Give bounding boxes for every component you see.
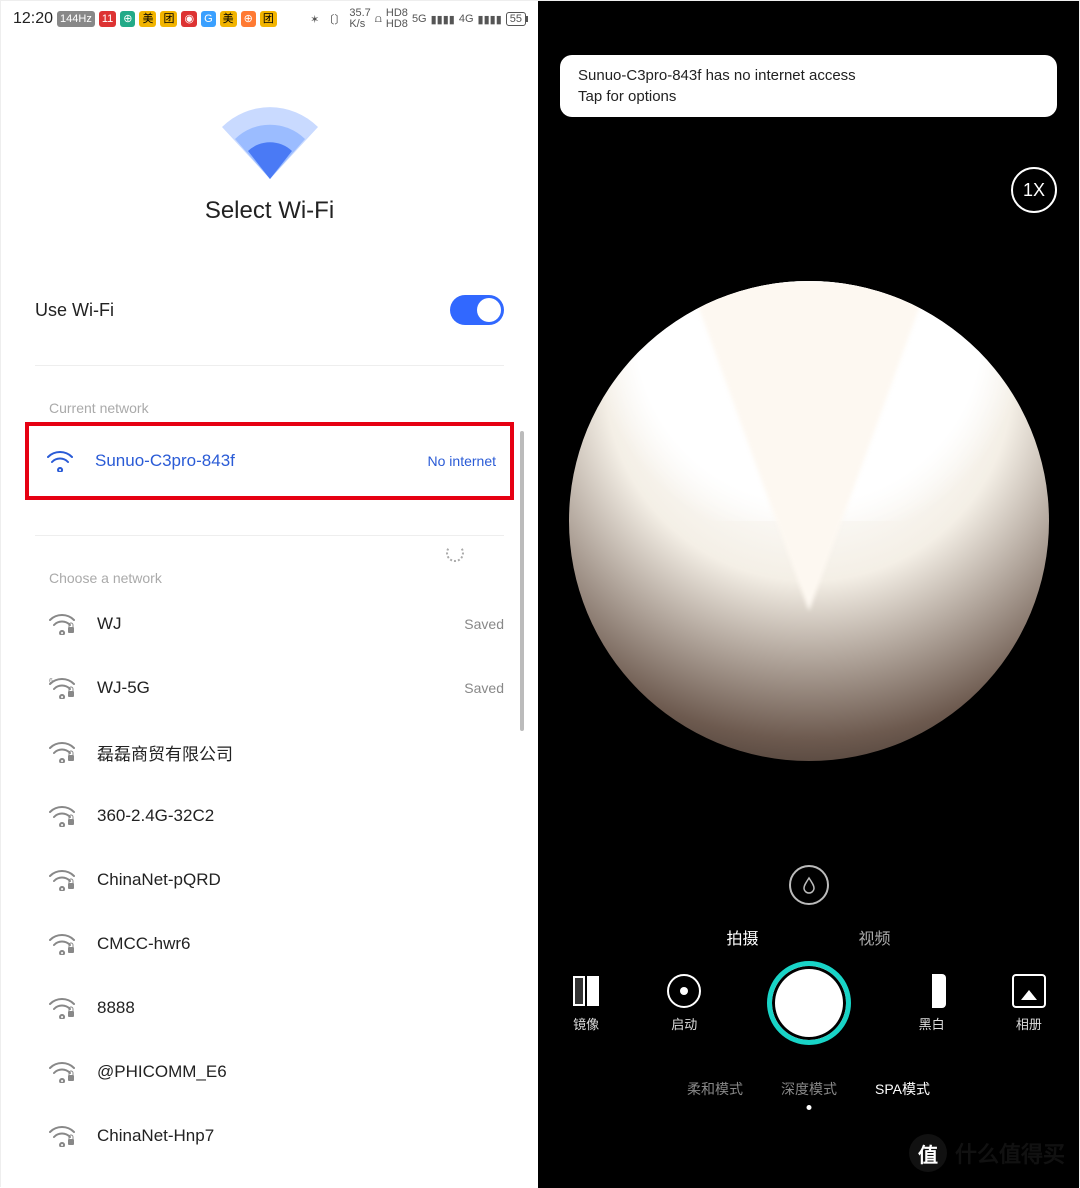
camera-viewport[interactable] [569,281,1049,761]
network-row[interactable]: 360-2.4G-32C2 [49,784,504,848]
network-name: WJ [97,614,442,634]
toast-line1: Sunuo-C3pro-843f has no internet access [578,65,1039,86]
network-status: Saved [464,616,504,632]
tab-photo[interactable]: 拍摄 [726,925,758,949]
network-name: @PHICOMM_E6 [97,1062,504,1082]
vibrate-icon: 〔〕 [323,11,345,27]
wifi-lock-icon [49,805,75,827]
network-row[interactable]: CMCC-hwr6 [49,912,504,976]
record-icon [667,974,701,1008]
network-row[interactable]: ChinaNet-pQRD [49,848,504,912]
wifi-lock-icon [49,1061,75,1083]
choose-network-heading: Choose a network [49,570,504,586]
watermark-text: 什么值得买 [955,1137,1065,1169]
app-icon: 团 [260,11,277,27]
app-icon: ⊕ [120,11,135,27]
wifi-lock-icon [49,869,75,891]
current-network-heading: Current network [49,400,504,416]
app-icon: 美 [220,11,237,27]
network-status: Saved [464,680,504,696]
wifi-lock-icon [49,997,75,1019]
network-row[interactable]: 磊磊商贸有限公司 [49,720,504,784]
network-row[interactable]: 6 WJ-5G Saved [49,656,504,720]
network-name: CMCC-hwr6 [97,934,504,954]
wifi-status-icon: ⩍ [375,13,382,26]
current-network-row[interactable]: Sunuo-C3pro-843f No internet [25,422,514,500]
wifi-icon [47,450,73,472]
network-row[interactable]: WJ Saved [49,592,504,656]
network-name: 8888 [97,998,504,1018]
network-name: 磊磊商贸有限公司 [97,740,504,765]
use-wifi-toggle[interactable] [450,295,504,325]
mode-deep[interactable]: 深度模式 [781,1079,837,1099]
toast-line2: Tap for options [578,86,1039,107]
net-speed: 35.7 K/s [349,8,370,30]
mirror-button[interactable]: 镜像 [571,974,601,1033]
mirror-icon [571,974,601,1008]
bluetooth-icon: ✶ [310,13,319,26]
use-wifi-label: Use Wi-Fi [35,300,114,321]
page-title: Select Wi-Fi [205,197,334,225]
current-network-name: Sunuo-C3pro-843f [95,451,406,471]
fps-badge: 144Hz [57,11,95,27]
no-internet-toast[interactable]: Sunuo-C3pro-843f has no internet access … [560,55,1057,117]
network-row[interactable]: ChinaNet-Hnp7 [49,1104,504,1168]
mode-soft[interactable]: 柔和模式 [687,1079,743,1099]
current-network-status: No internet [428,453,496,469]
watermark-badge-icon: 值 [909,1134,947,1172]
bw-button[interactable]: 黑白 [918,974,946,1033]
wifi-lock-icon [49,933,75,955]
album-icon [1012,974,1046,1008]
network-row[interactable]: @PHICOMM_E6 [49,1040,504,1104]
wifi-lock-icon: 6 [49,677,75,699]
watermark: 值 什么值得买 [909,1134,1065,1172]
mode-indicator-dot [806,1105,811,1110]
album-button[interactable]: 相册 [1012,974,1046,1033]
battery-indicator: 55 [506,12,526,26]
app-icon: 11 [99,11,116,27]
app-icon: G [201,11,216,27]
network-name: 360-2.4G-32C2 [97,806,504,826]
wifi-hero-icon [220,107,320,179]
app-icon: ⊕ [241,11,256,27]
tab-video[interactable]: 视频 [859,925,891,949]
app-icon: ◉ [181,11,197,27]
signal1-icon: 5G [412,13,427,25]
network-name: WJ-5G [97,678,442,698]
network-name: ChinaNet-pQRD [97,870,504,890]
zoom-button[interactable]: 1X [1011,167,1057,213]
wifi-lock-icon [49,1125,75,1147]
mode-spa[interactable]: SPA模式 [875,1079,930,1099]
wifi-lock-icon [49,613,75,635]
wifi-lock-icon [49,741,75,763]
shutter-button[interactable] [767,961,851,1045]
network-name: ChinaNet-Hnp7 [97,1126,504,1146]
status-bar: 12:20 144Hz 11 ⊕ 美 团 ◉ G 美 ⊕ 团 ✶ 〔〕 35.7… [1,1,538,37]
signal1-bars-icon: ▮▮▮▮ [431,13,455,26]
app-icon: 团 [160,11,177,27]
signal2-bars-icon: ▮▮▮▮ [478,13,502,26]
start-button[interactable]: 启动 [667,974,701,1033]
bw-icon [918,974,946,1008]
droplet-button[interactable] [789,865,829,905]
refresh-icon[interactable] [446,544,464,562]
status-time: 12:20 [13,10,53,28]
network-row[interactable]: 8888 [49,976,504,1040]
hd-icon: HD8 HD8 [386,8,408,30]
app-icon: 美 [139,11,156,27]
signal2-icon: 4G [459,13,474,25]
